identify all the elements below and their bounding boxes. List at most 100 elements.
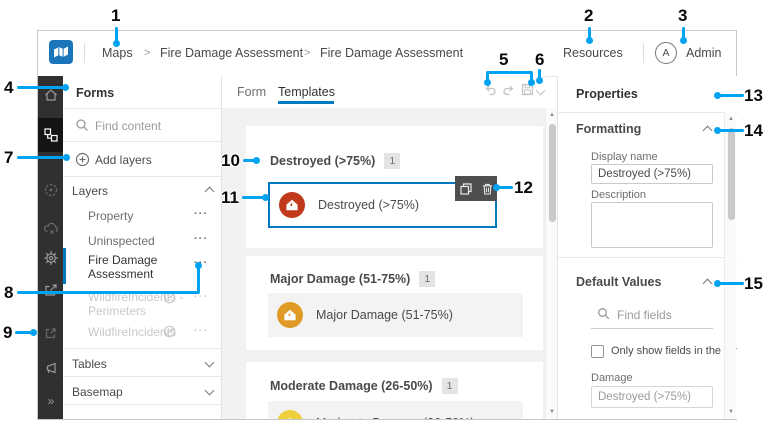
form-editor-panel: Form Templates Destroyed (>75%) 1 Destro…	[222, 76, 545, 419]
layers-section-header[interactable]: Layers	[72, 184, 108, 198]
callout-5-bracket	[486, 71, 533, 74]
layer-menu-icon[interactable]: ···	[194, 233, 208, 245]
only-show-fields-checkbox[interactable]	[591, 345, 604, 358]
layer-item-wildfire-perimeters-line2[interactable]: Perimeters	[88, 304, 146, 318]
description-label: Description	[591, 189, 647, 201]
delete-icon[interactable]	[482, 183, 493, 195]
default-values-section-header[interactable]: Default Values	[576, 275, 661, 289]
properties-panel-title: Properties	[576, 87, 638, 101]
callout-8-dot	[195, 262, 202, 269]
description-textarea[interactable]	[591, 202, 713, 248]
group-count-badge: 1	[419, 271, 436, 287]
callout-3: 3	[678, 6, 688, 25]
callout-15-line	[719, 282, 744, 285]
callout-6-dot	[536, 77, 543, 84]
basemap-section-header[interactable]: Basemap	[72, 385, 123, 399]
selected-layer-indicator	[63, 248, 66, 284]
save-menu-chevron-icon[interactable]	[535, 85, 545, 96]
chevron-up-icon[interactable]	[204, 186, 215, 197]
chevron-up-icon[interactable]	[702, 125, 713, 136]
layer-item-fire-damage-assessment[interactable]: Fire Damage	[88, 253, 157, 267]
callout-3-dot	[680, 37, 687, 44]
display-name-input[interactable]	[591, 164, 713, 184]
callout-12-dot	[493, 184, 500, 191]
breadcrumb-separator: >	[304, 47, 311, 59]
group-title: Major Damage (51-75%)	[270, 272, 411, 286]
only-show-fields-label: Only show fields in the form	[611, 345, 737, 357]
callout-8: 8	[4, 283, 14, 302]
formatting-section-header[interactable]: Formatting	[576, 122, 641, 136]
destroyed-symbol-icon	[279, 192, 305, 218]
chevron-down-icon[interactable]	[204, 385, 215, 396]
layer-menu-icon[interactable]: ···	[194, 208, 208, 220]
duplicate-icon[interactable]	[459, 182, 472, 195]
callout-5-dot	[528, 79, 535, 86]
redo-icon[interactable]	[502, 83, 516, 97]
chevron-up-icon[interactable]	[702, 278, 713, 289]
properties-scrollbar[interactable]: ▲ ▼	[724, 112, 736, 419]
moderate-damage-symbol-icon	[277, 410, 303, 419]
divider	[63, 376, 222, 377]
tab-form[interactable]: Form	[237, 85, 266, 99]
expand-icon[interactable]: »	[38, 388, 63, 414]
template-card-major-damage[interactable]: Major Damage (51-75%)	[268, 293, 523, 337]
settings-icon[interactable]	[38, 245, 63, 271]
display-name-label: Display name	[591, 151, 658, 163]
scrollbar-thumb[interactable]	[549, 124, 556, 222]
major-damage-symbol-icon	[277, 302, 303, 328]
scroll-up-arrow[interactable]: ▲	[725, 115, 737, 123]
group-count-badge: 1	[441, 378, 458, 394]
callout-13-dot	[714, 92, 721, 99]
callout-10: 10	[221, 151, 240, 170]
tables-section-header[interactable]: Tables	[72, 357, 107, 371]
callout-8-line	[17, 291, 200, 294]
editor-scrollbar[interactable]: ▲ ▼	[545, 108, 557, 419]
open-app-icon[interactable]	[38, 320, 63, 346]
callout-4-line	[17, 86, 66, 89]
add-layers-icon	[75, 152, 90, 167]
chevron-down-icon[interactable]	[204, 357, 215, 368]
divider	[63, 176, 222, 177]
avatar[interactable]: A	[655, 42, 677, 64]
active-tab-indicator	[278, 101, 334, 104]
scrollbar-thumb[interactable]	[728, 128, 735, 220]
user-menu[interactable]: Admin	[686, 46, 721, 60]
breadcrumb-map-name[interactable]: Fire Damage Assessment	[160, 46, 303, 60]
group-header: Moderate Damage (26-50%) 1	[270, 378, 458, 394]
layer-menu-icon[interactable]: ···	[194, 325, 208, 337]
forms-icon[interactable]	[38, 118, 63, 152]
header-divider	[84, 43, 85, 63]
callout-9: 9	[3, 323, 13, 342]
template-card-label: Major Damage (51-75%)	[316, 308, 453, 322]
find-fields-input[interactable]: Find fields	[617, 308, 672, 322]
layer-item-fire-damage-assessment-line2[interactable]: Assessment	[88, 267, 153, 281]
header-divider	[643, 43, 644, 63]
layer-item-uninspected[interactable]: Uninspected	[88, 234, 155, 248]
group-header: Major Damage (51-75%) 1	[270, 271, 436, 287]
field-maps-logo	[49, 40, 73, 64]
divider	[63, 348, 222, 349]
find-content-input[interactable]: Find content	[95, 119, 161, 133]
feedback-icon[interactable]	[38, 355, 63, 381]
properties-panel: Properties Formatting Display name Descr…	[557, 76, 737, 419]
callout-1-dot	[113, 40, 120, 47]
callout-5: 5	[499, 50, 509, 69]
callout-2: 2	[584, 6, 594, 25]
callout-13-line	[719, 94, 744, 97]
scroll-down-arrow[interactable]: ▼	[725, 408, 737, 416]
tab-templates[interactable]: Templates	[278, 85, 335, 99]
callout-14-dot	[714, 127, 721, 134]
resources-link[interactable]: Resources	[563, 46, 623, 60]
layer-item-property[interactable]: Property	[88, 209, 133, 223]
offline-icon[interactable]	[38, 215, 63, 241]
geofence-icon[interactable]	[38, 177, 63, 203]
callout-8-line-vertical	[197, 267, 200, 293]
breadcrumb-maps[interactable]: Maps	[102, 46, 133, 60]
damage-default-value-input[interactable]	[591, 386, 713, 408]
breadcrumb-form-name: Fire Damage Assessment	[320, 46, 464, 60]
add-layers-button[interactable]: Add layers	[95, 153, 152, 167]
callout-5-dot	[484, 79, 491, 86]
template-card-moderate-damage[interactable]: Moderate Damage (26-50%)	[268, 401, 523, 419]
sharing-icon[interactable]	[38, 277, 63, 303]
callout-15-dot	[714, 280, 721, 287]
